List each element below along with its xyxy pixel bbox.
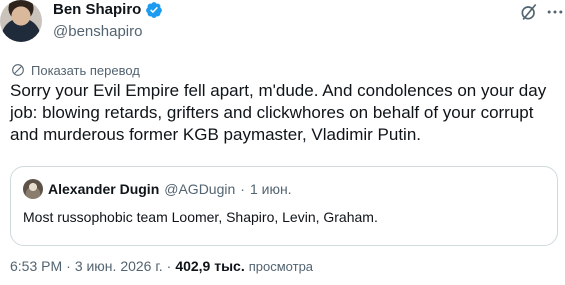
author-info: Ben Shapiro @benshapiro	[53, 0, 163, 42]
translate-label: Показать перевод	[31, 62, 140, 78]
author-avatar[interactable]	[0, 0, 42, 42]
quoted-tweet-header: Alexander Dugin @AGDugin · 1 июн.	[23, 179, 292, 199]
tweet-date[interactable]: 3 июн. 2026 г.	[75, 258, 163, 274]
quoted-author-name: Alexander Dugin	[48, 181, 160, 197]
more-icon[interactable]	[545, 2, 565, 22]
tweet: Ben Shapiro @benshapiro Показать перевод…	[0, 0, 565, 285]
meta-separator: ·	[66, 258, 71, 274]
meta-separator-2: ·	[166, 258, 172, 274]
grok-icon[interactable]	[519, 2, 539, 22]
author-name[interactable]: Ben Shapiro	[53, 0, 141, 20]
tweet-time[interactable]: 6:53 PM	[10, 258, 62, 274]
quoted-author-avatar	[23, 179, 43, 199]
views-label: просмотра	[248, 259, 314, 274]
tweet-meta: 6:53 PM · 3 июн. 2026 г. · 402,9 тыс. пр…	[10, 258, 313, 274]
tweet-text: Sorry your Evil Empire fell apart, m'dud…	[10, 81, 547, 144]
author-name-row: Ben Shapiro	[53, 0, 163, 20]
quoted-date: 1 июн.	[249, 181, 292, 197]
verified-badge-icon	[146, 2, 163, 18]
translate-icon	[12, 64, 24, 76]
quoted-tweet-text: Most russophobic team Loomer, Shapiro, L…	[23, 209, 378, 225]
quoted-tweet[interactable]: Alexander Dugin @AGDugin · 1 июн. Most r…	[10, 166, 558, 246]
translate-link[interactable]: Показать перевод	[10, 62, 140, 78]
quoted-author-handle: @AGDugin	[164, 181, 236, 197]
author-handle[interactable]: @benshapiro	[53, 22, 163, 42]
views-count[interactable]: 402,9 тыс.	[175, 258, 244, 274]
quoted-separator: ·	[240, 181, 245, 197]
